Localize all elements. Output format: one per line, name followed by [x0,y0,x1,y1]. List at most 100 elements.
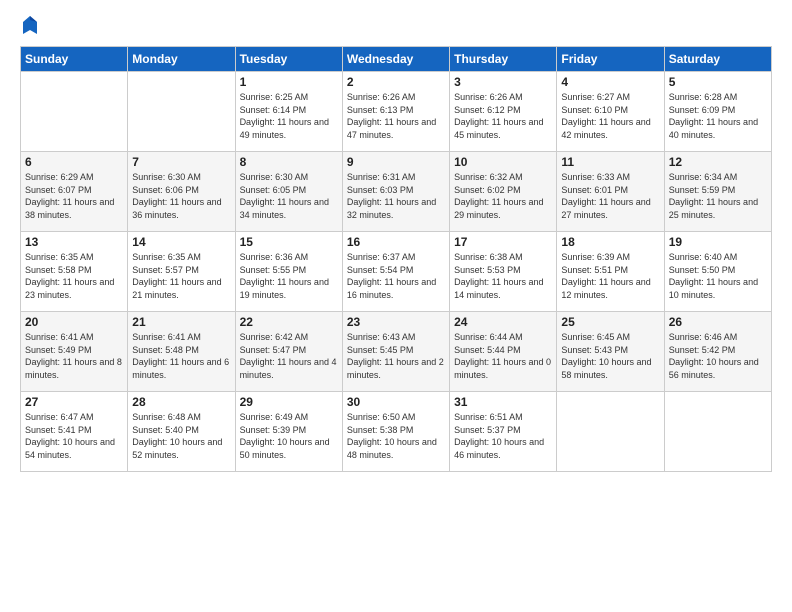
day-info: Sunrise: 6:44 AMSunset: 5:44 PMDaylight:… [454,332,551,380]
weekday-saturday: Saturday [664,47,771,72]
calendar-cell: 15 Sunrise: 6:36 AMSunset: 5:55 PMDayligh… [235,232,342,312]
day-number: 24 [454,315,552,329]
calendar-cell: 12Sunrise: 6:34 AMSunset: 5:59 PMDayligh… [664,152,771,232]
calendar-cell: 30 Sunrise: 6:50 AMSunset: 5:38 PMDayligh… [342,392,449,472]
calendar-cell: 3Sunrise: 6:26 AMSunset: 6:12 PMDaylight… [450,72,557,152]
week-row-0: 1 Sunrise: 6:25 AMSunset: 6:14 PMDaylight… [21,72,772,152]
day-number: 6 [25,155,123,169]
week-row-3: 20 Sunrise: 6:41 AMSunset: 5:49 PMDayligh… [21,312,772,392]
day-info: Sunrise: 6:26 AMSunset: 6:13 PMDaylight:… [347,92,436,140]
day-number: 29 [240,395,338,409]
logo-icon [21,14,39,36]
calendar-cell: 20 Sunrise: 6:41 AMSunset: 5:49 PMDayligh… [21,312,128,392]
day-info: Sunrise: 6:37 AMSunset: 5:54 PMDaylight:… [347,252,436,300]
calendar-cell: 5 Sunrise: 6:28 AMSunset: 6:09 PMDaylight… [664,72,771,152]
week-row-4: 27Sunrise: 6:47 AMSunset: 5:41 PMDayligh… [21,392,772,472]
day-number: 21 [132,315,230,329]
calendar-cell [557,392,664,472]
day-info: Sunrise: 6:31 AMSunset: 6:03 PMDaylight:… [347,172,436,220]
day-info: Sunrise: 6:36 AMSunset: 5:55 PMDaylight:… [240,252,329,300]
calendar-cell: 23 Sunrise: 6:43 AMSunset: 5:45 PMDayligh… [342,312,449,392]
day-info: Sunrise: 6:50 AMSunset: 5:38 PMDaylight:… [347,412,437,460]
day-info: Sunrise: 6:29 AMSunset: 6:07 PMDaylight:… [25,172,114,220]
day-number: 23 [347,315,445,329]
weekday-monday: Monday [128,47,235,72]
calendar-cell: 19 Sunrise: 6:40 AMSunset: 5:50 PMDayligh… [664,232,771,312]
calendar-cell: 6 Sunrise: 6:29 AMSunset: 6:07 PMDaylight… [21,152,128,232]
day-number: 14 [132,235,230,249]
day-number: 2 [347,75,445,89]
day-number: 9 [347,155,445,169]
calendar-cell: 28 Sunrise: 6:48 AMSunset: 5:40 PMDayligh… [128,392,235,472]
day-info: Sunrise: 6:43 AMSunset: 5:45 PMDaylight:… [347,332,444,380]
day-info: Sunrise: 6:42 AMSunset: 5:47 PMDaylight:… [240,332,337,380]
day-info: Sunrise: 6:40 AMSunset: 5:50 PMDaylight:… [669,252,758,300]
day-info: Sunrise: 6:34 AMSunset: 5:59 PMDaylight:… [669,172,758,220]
day-info: Sunrise: 6:30 AMSunset: 6:06 PMDaylight:… [132,172,221,220]
calendar-cell: 10 Sunrise: 6:32 AMSunset: 6:02 PMDayligh… [450,152,557,232]
day-info: Sunrise: 6:27 AMSunset: 6:10 PMDaylight:… [561,92,650,140]
day-info: Sunrise: 6:35 AMSunset: 5:57 PMDaylight:… [132,252,221,300]
week-row-2: 13 Sunrise: 6:35 AMSunset: 5:58 PMDayligh… [21,232,772,312]
weekday-thursday: Thursday [450,47,557,72]
week-row-1: 6 Sunrise: 6:29 AMSunset: 6:07 PMDaylight… [21,152,772,232]
calendar-cell: 16 Sunrise: 6:37 AMSunset: 5:54 PMDayligh… [342,232,449,312]
day-number: 26 [669,315,767,329]
calendar-table: SundayMondayTuesdayWednesdayThursdayFrid… [20,46,772,472]
calendar-cell: 31Sunrise: 6:51 AMSunset: 5:37 PMDayligh… [450,392,557,472]
day-info: Sunrise: 6:39 AMSunset: 5:51 PMDaylight:… [561,252,650,300]
calendar-cell: 29 Sunrise: 6:49 AMSunset: 5:39 PMDayligh… [235,392,342,472]
day-info: Sunrise: 6:25 AMSunset: 6:14 PMDaylight:… [240,92,329,140]
calendar-cell: 11 Sunrise: 6:33 AMSunset: 6:01 PMDayligh… [557,152,664,232]
weekday-sunday: Sunday [21,47,128,72]
day-number: 5 [669,75,767,89]
day-number: 15 [240,235,338,249]
day-number: 16 [347,235,445,249]
weekday-wednesday: Wednesday [342,47,449,72]
day-info: Sunrise: 6:38 AMSunset: 5:53 PMDaylight:… [454,252,543,300]
page: SundayMondayTuesdayWednesdayThursdayFrid… [0,0,792,612]
day-info: Sunrise: 6:28 AMSunset: 6:09 PMDaylight:… [669,92,758,140]
day-number: 3 [454,75,552,89]
calendar-cell [128,72,235,152]
calendar-cell: 26Sunrise: 6:46 AMSunset: 5:42 PMDayligh… [664,312,771,392]
calendar-cell: 18Sunrise: 6:39 AMSunset: 5:51 PMDayligh… [557,232,664,312]
day-info: Sunrise: 6:51 AMSunset: 5:37 PMDaylight:… [454,412,544,460]
day-info: Sunrise: 6:45 AMSunset: 5:43 PMDaylight:… [561,332,651,380]
day-number: 7 [132,155,230,169]
day-number: 25 [561,315,659,329]
day-number: 19 [669,235,767,249]
day-number: 11 [561,155,659,169]
day-number: 13 [25,235,123,249]
day-info: Sunrise: 6:41 AMSunset: 5:49 PMDaylight:… [25,332,122,380]
weekday-header-row: SundayMondayTuesdayWednesdayThursdayFrid… [21,47,772,72]
day-number: 28 [132,395,230,409]
day-info: Sunrise: 6:48 AMSunset: 5:40 PMDaylight:… [132,412,222,460]
calendar-cell: 7 Sunrise: 6:30 AMSunset: 6:06 PMDaylight… [128,152,235,232]
day-number: 10 [454,155,552,169]
calendar-cell: 9 Sunrise: 6:31 AMSunset: 6:03 PMDaylight… [342,152,449,232]
day-number: 30 [347,395,445,409]
day-info: Sunrise: 6:30 AMSunset: 6:05 PMDaylight:… [240,172,329,220]
day-info: Sunrise: 6:47 AMSunset: 5:41 PMDaylight:… [25,412,115,460]
calendar-cell: 8Sunrise: 6:30 AMSunset: 6:05 PMDaylight… [235,152,342,232]
calendar-cell: 21 Sunrise: 6:41 AMSunset: 5:48 PMDayligh… [128,312,235,392]
day-info: Sunrise: 6:41 AMSunset: 5:48 PMDaylight:… [132,332,229,380]
calendar-cell: 1 Sunrise: 6:25 AMSunset: 6:14 PMDaylight… [235,72,342,152]
day-number: 22 [240,315,338,329]
header [20,16,772,36]
weekday-tuesday: Tuesday [235,47,342,72]
day-number: 1 [240,75,338,89]
day-info: Sunrise: 6:35 AMSunset: 5:58 PMDaylight:… [25,252,114,300]
calendar-cell: 13 Sunrise: 6:35 AMSunset: 5:58 PMDayligh… [21,232,128,312]
calendar-cell: 24 Sunrise: 6:44 AMSunset: 5:44 PMDayligh… [450,312,557,392]
calendar-cell: 22 Sunrise: 6:42 AMSunset: 5:47 PMDayligh… [235,312,342,392]
day-number: 20 [25,315,123,329]
day-info: Sunrise: 6:32 AMSunset: 6:02 PMDaylight:… [454,172,543,220]
logo [20,16,39,36]
day-info: Sunrise: 6:33 AMSunset: 6:01 PMDaylight:… [561,172,650,220]
day-info: Sunrise: 6:49 AMSunset: 5:39 PMDaylight:… [240,412,330,460]
calendar-cell: 14 Sunrise: 6:35 AMSunset: 5:57 PMDayligh… [128,232,235,312]
calendar-cell: 2 Sunrise: 6:26 AMSunset: 6:13 PMDaylight… [342,72,449,152]
calendar-cell: 27Sunrise: 6:47 AMSunset: 5:41 PMDayligh… [21,392,128,472]
